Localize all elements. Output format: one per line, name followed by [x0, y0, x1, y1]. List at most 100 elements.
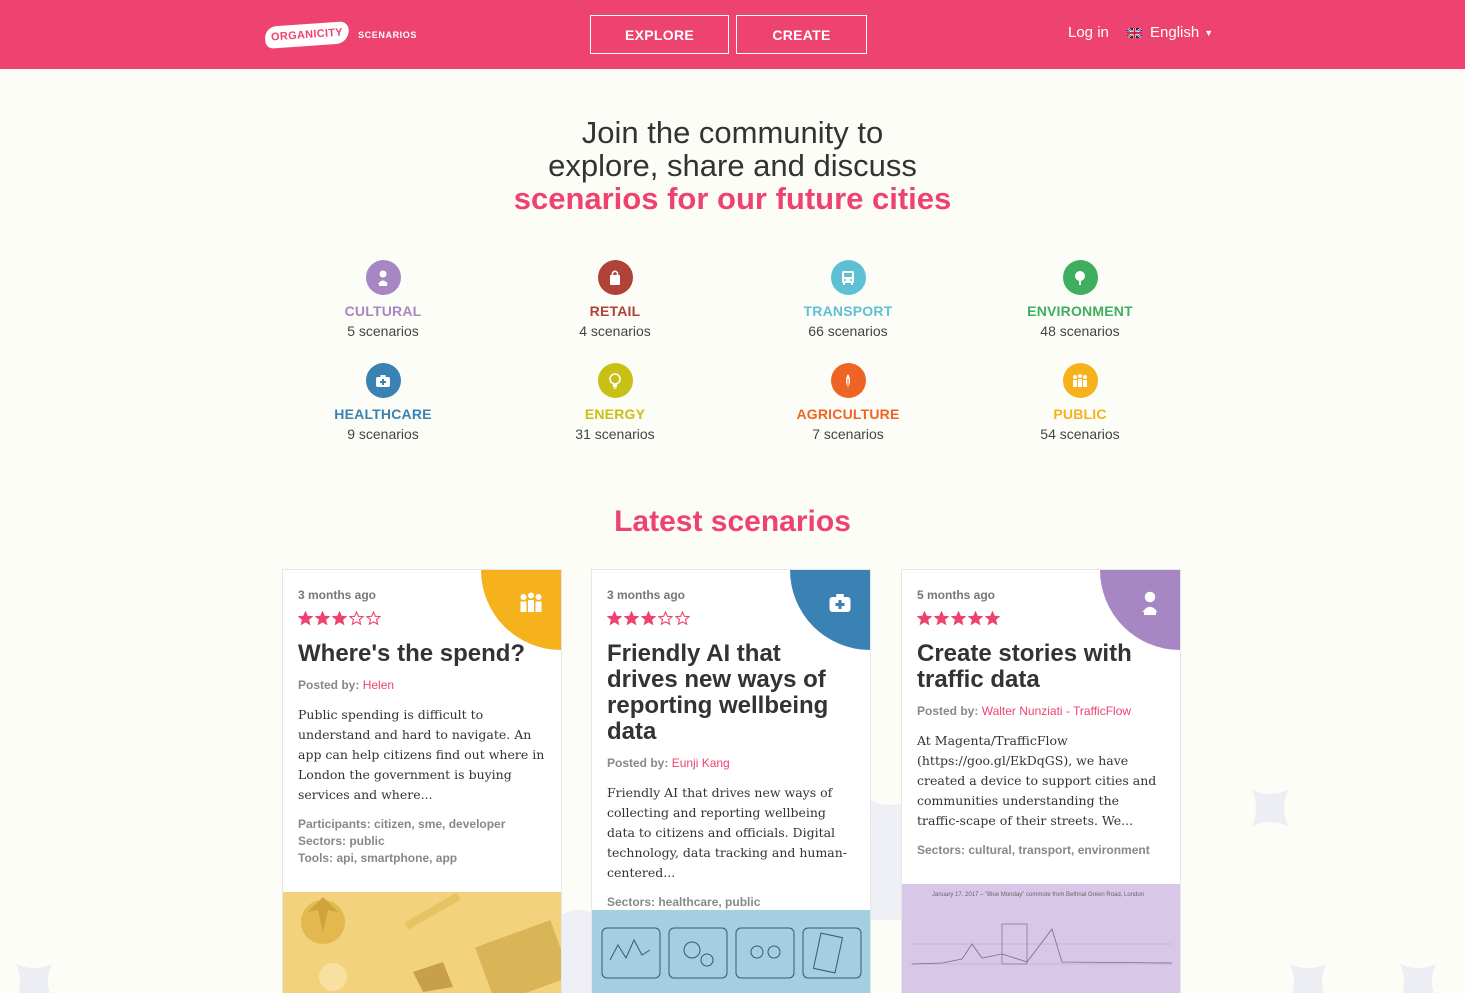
people-icon: [1062, 363, 1098, 398]
scenario-card[interactable]: 3 months ago Friendly AI that drives new…: [591, 569, 871, 993]
latest-scenarios-heading: Latest scenarios: [614, 505, 851, 538]
scenario-card[interactable]: 5 months ago Create stories with traffic…: [901, 569, 1181, 993]
category-count: 31 scenarios: [575, 426, 655, 442]
category-retail[interactable]: RETAIL 4 scenarios: [535, 260, 695, 339]
posted-by-label: Posted by:: [917, 704, 979, 718]
category-name: ENVIRONMENT: [1027, 303, 1133, 319]
category-cultural[interactable]: CULTURAL 5 scenarios: [303, 260, 463, 339]
star-filled-icon: [332, 611, 347, 626]
login-link[interactable]: Log in: [1068, 24, 1109, 41]
scenario-meta: Sectors: healthcare, public: [607, 894, 855, 911]
scenario-excerpt: Public spending is difficult to understa…: [298, 707, 545, 802]
star-filled-icon: [951, 611, 966, 626]
star-rating: [917, 611, 1165, 626]
bust-icon: [365, 260, 401, 295]
category-healthcare[interactable]: HEALTHCARE 9 scenarios: [303, 363, 463, 442]
hero-accent-line: scenarios for our future cities: [513, 181, 952, 216]
posted-time: 3 months ago: [607, 588, 686, 602]
scenario-excerpt: Friendly AI that drives new ways of coll…: [607, 785, 848, 880]
first-aid-icon: [365, 363, 401, 398]
star-empty-icon: [366, 611, 381, 626]
star-filled-icon: [298, 611, 313, 626]
scenario-thumbnail-image: January 17, 2017 – "Blue Monday" commute…: [902, 884, 1180, 993]
logo-badge: ORGANICITY: [264, 21, 350, 49]
star-filled-icon: [934, 611, 949, 626]
posted-by-label: Posted by:: [607, 756, 669, 770]
language-label: English: [1150, 24, 1200, 41]
category-count: 5 scenarios: [347, 323, 419, 339]
category-count: 7 scenarios: [812, 426, 884, 442]
category-count: 48 scenarios: [1040, 323, 1120, 339]
background-star-shape: [1252, 790, 1288, 826]
scenario-thumbnail-image: [283, 892, 561, 993]
author-link[interactable]: Helen: [363, 678, 394, 692]
category-name: CULTURAL: [344, 303, 422, 319]
star-filled-icon: [641, 611, 656, 626]
lightbulb-icon: [597, 363, 633, 398]
category-name: PUBLIC: [1053, 406, 1107, 422]
tree-icon: [1062, 260, 1098, 295]
star-filled-icon: [968, 611, 983, 626]
category-name: TRANSPORT: [803, 303, 893, 319]
organicity-logo[interactable]: ORGANICITY SCENARIOS: [264, 17, 417, 53]
hero-heading: Join the community to explore, share and…: [0, 116, 1465, 215]
star-filled-icon: [607, 611, 622, 626]
posted-time: 3 months ago: [298, 588, 377, 602]
uk-flag-icon: [1127, 27, 1142, 38]
scenario-card[interactable]: 3 months ago Where's the spend? Posted b…: [282, 569, 562, 993]
meta-tools: Tools: api, smartphone, app: [298, 851, 458, 865]
language-selector[interactable]: English ▼: [1127, 24, 1213, 41]
shopping-bag-icon: [597, 260, 633, 295]
star-filled-icon: [985, 611, 1000, 626]
caret-down-icon: ▼: [1204, 27, 1214, 38]
posted-by: Posted by: Walter Nunziati - TrafficFlow: [917, 704, 1165, 718]
category-count: 9 scenarios: [347, 426, 419, 442]
star-filled-icon: [917, 611, 932, 626]
posted-by: Posted by: Helen: [298, 678, 546, 692]
category-name: AGRICULTURE: [796, 406, 900, 422]
background-star-shape: [16, 964, 52, 993]
scenario-meta: Participants: citizen, sme, developer Se…: [298, 816, 546, 867]
posted-time: 5 months ago: [917, 588, 996, 602]
bus-icon: [830, 260, 866, 295]
meta-sectors: Sectors: public: [298, 834, 385, 848]
star-rating: [607, 611, 855, 626]
create-button[interactable]: CREATE: [736, 15, 867, 54]
scenario-excerpt: At Magenta/TrafficFlow (https://goo.gl/E…: [917, 733, 1157, 828]
scenario-title[interactable]: Where's the spend?: [298, 641, 546, 667]
author-link[interactable]: Walter Nunziati - TrafficFlow: [982, 704, 1131, 718]
category-transport[interactable]: TRANSPORT 66 scenarios: [768, 260, 928, 339]
scenario-title[interactable]: Friendly AI that drives new ways of repo…: [607, 641, 855, 745]
background-star-shape: [1400, 964, 1436, 993]
category-name: HEALTHCARE: [334, 406, 432, 422]
category-environment[interactable]: ENVIRONMENT 48 scenarios: [1000, 260, 1160, 339]
top-navigation-bar: ORGANICITY SCENARIOS EXPLORE CREATE Log …: [0, 0, 1465, 69]
scenario-title[interactable]: Create stories with traffic data: [917, 641, 1165, 693]
posted-by: Posted by: Eunji Kang: [607, 756, 855, 770]
category-public[interactable]: PUBLIC 54 scenarios: [1000, 363, 1160, 442]
category-count: 4 scenarios: [579, 323, 651, 339]
posted-by-label: Posted by:: [298, 678, 360, 692]
hero-line-2: explore, share and discuss: [548, 148, 917, 183]
category-energy[interactable]: ENERGY 31 scenarios: [535, 363, 695, 442]
category-count: 66 scenarios: [808, 323, 888, 339]
star-empty-icon: [349, 611, 364, 626]
wheat-icon: [830, 363, 866, 398]
star-rating: [298, 611, 546, 626]
star-empty-icon: [675, 611, 690, 626]
explore-button[interactable]: EXPLORE: [590, 15, 729, 54]
hero-line-1: Join the community to: [581, 115, 884, 150]
star-empty-icon: [658, 611, 673, 626]
author-link[interactable]: Eunji Kang: [672, 756, 730, 770]
scenario-thumbnail-image: [592, 910, 870, 993]
category-name: RETAIL: [589, 303, 641, 319]
logo-subtitle: SCENARIOS: [358, 30, 417, 40]
category-agriculture[interactable]: AGRICULTURE 7 scenarios: [768, 363, 928, 442]
background-star-shape: [1290, 964, 1326, 993]
star-filled-icon: [315, 611, 330, 626]
category-count: 54 scenarios: [1040, 426, 1120, 442]
category-name: ENERGY: [584, 406, 646, 422]
scenario-meta: Sectors: cultural, transport, environmen…: [917, 842, 1165, 859]
meta-sectors: Sectors: healthcare, public: [607, 895, 761, 909]
meta-participants: Participants: citizen, sme, developer: [298, 817, 506, 831]
